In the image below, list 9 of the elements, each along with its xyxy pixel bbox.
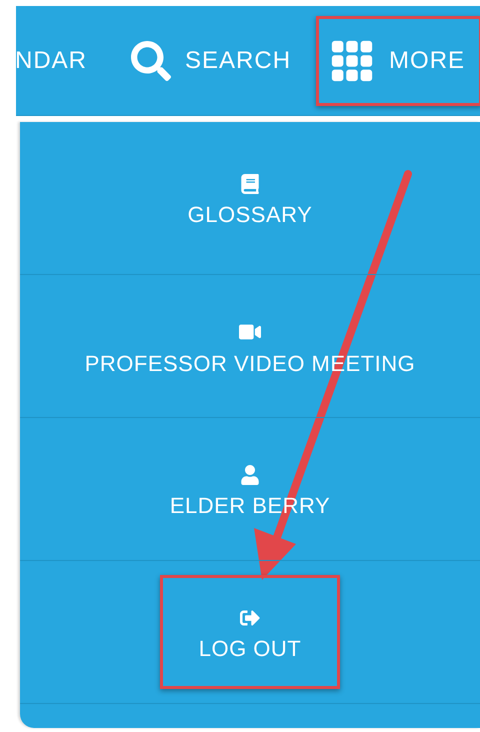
search-icon [131,40,172,80]
nav-tab[interactable]: SEARCH [128,16,294,106]
nav-tab[interactable]: NDAR [16,16,90,106]
menu-item[interactable]: GLOSSARY [148,141,352,255]
logout-icon [240,608,260,628]
nav-tab[interactable]: MORE [316,16,480,106]
book-icon [240,174,260,194]
menu-item[interactable]: LOG OUT [160,575,340,689]
user-icon [240,465,260,485]
